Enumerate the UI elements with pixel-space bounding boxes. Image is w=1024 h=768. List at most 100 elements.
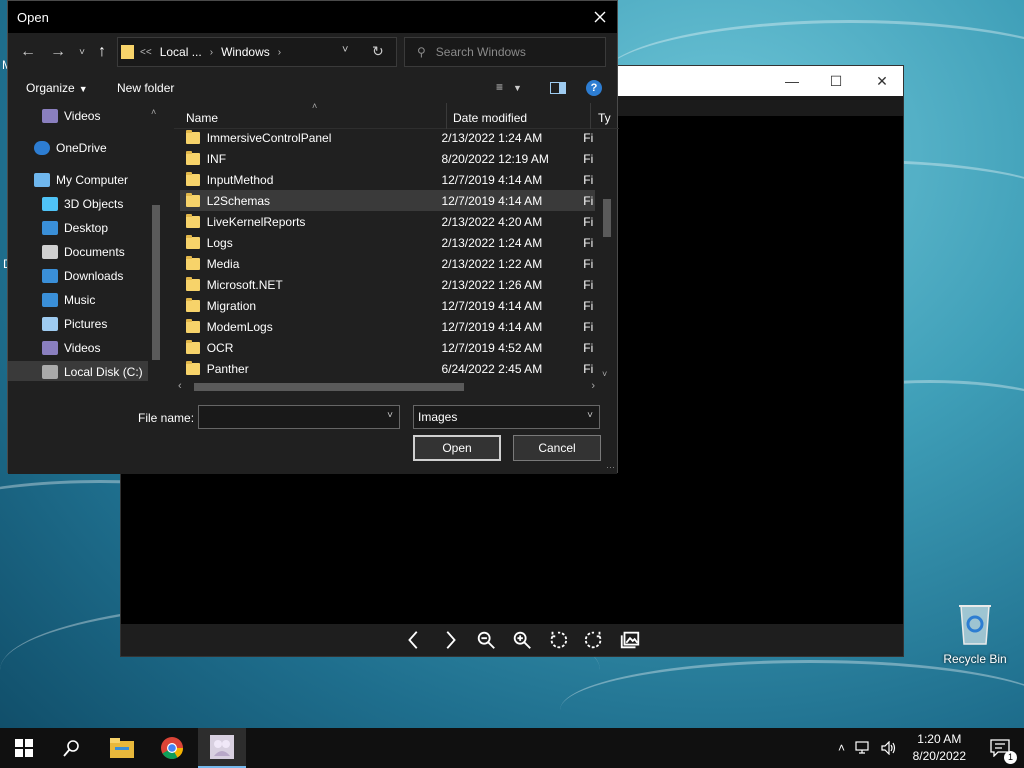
file-type: Fi bbox=[583, 340, 594, 355]
file-row[interactable]: ModemLogs 12/7/2019 4:14 AM Fi bbox=[180, 316, 595, 337]
dialog-close-button[interactable] bbox=[583, 1, 617, 33]
rotate-right-icon bbox=[584, 631, 602, 649]
resize-grip-icon[interactable]: ⋯ bbox=[606, 462, 615, 473]
file-name: LiveKernelReports bbox=[206, 214, 306, 229]
forward-button[interactable]: → bbox=[47, 41, 69, 63]
column-header-type[interactable]: Ty bbox=[598, 111, 611, 125]
nav-item[interactable]: Documents bbox=[8, 241, 148, 263]
chevron-left-icon bbox=[408, 631, 418, 649]
nav-item[interactable]: Videos bbox=[8, 337, 148, 359]
nav-item-label: Local Disk (C:) bbox=[64, 365, 143, 379]
view-options-button[interactable]: ≡ ▼ bbox=[496, 80, 522, 94]
refresh-icon[interactable]: ↻ bbox=[372, 43, 384, 60]
nav-item[interactable]: Local Disk (C:) bbox=[8, 361, 148, 381]
new-folder-button[interactable]: New folder bbox=[117, 81, 174, 95]
nav-item-label: 3D Objects bbox=[64, 197, 124, 211]
volume-icon[interactable] bbox=[881, 741, 897, 755]
image-viewer-taskbar-button[interactable] bbox=[198, 728, 246, 768]
recent-locations-button[interactable]: ˅ bbox=[71, 41, 93, 63]
search-box[interactable]: ⚲ Search Windows bbox=[404, 37, 606, 67]
file-row[interactable]: Media 2/13/2022 1:22 AM Fi bbox=[180, 253, 595, 274]
organize-button[interactable]: Organize ▼ bbox=[26, 81, 88, 95]
file-name: Panther bbox=[206, 361, 249, 376]
nav-item[interactable]: Pictures bbox=[8, 313, 148, 335]
breadcrumb-overflow[interactable]: << bbox=[140, 47, 152, 58]
back-button[interactable]: ← bbox=[17, 41, 39, 63]
rotate-right-button[interactable] bbox=[579, 626, 609, 654]
nav-item-label: Downloads bbox=[64, 269, 124, 283]
next-button[interactable] bbox=[435, 626, 465, 654]
help-button[interactable]: ? bbox=[586, 80, 602, 96]
nav-item[interactable]: Downloads bbox=[8, 265, 148, 287]
file-list-scrollbar[interactable]: ˅ bbox=[599, 129, 615, 379]
scrollbar-thumb[interactable] bbox=[603, 199, 611, 237]
videos-icon bbox=[42, 341, 58, 355]
column-separator[interactable] bbox=[590, 103, 591, 129]
file-row[interactable]: L2Schemas 12/7/2019 4:14 AM Fi bbox=[180, 190, 595, 211]
start-button[interactable] bbox=[0, 728, 48, 768]
file-row[interactable]: Microsoft.NET 2/13/2022 1:26 AM Fi bbox=[180, 274, 595, 295]
breadcrumb-windows[interactable]: Windows bbox=[221, 45, 270, 59]
file-row[interactable]: ImmersiveControlPanel 2/13/2022 1:24 AM Fi bbox=[180, 127, 595, 148]
folder-icon bbox=[186, 255, 200, 270]
search-button[interactable] bbox=[48, 728, 96, 768]
column-separator[interactable] bbox=[446, 103, 447, 129]
notifications-button[interactable]: 1 bbox=[976, 728, 1024, 768]
gallery-button[interactable] bbox=[615, 626, 645, 654]
nav-item[interactable]: Videos bbox=[8, 105, 148, 127]
scrollbar-thumb[interactable] bbox=[152, 205, 160, 360]
nav-item-label: OneDrive bbox=[56, 141, 107, 155]
show-hidden-icons-button[interactable]: ˄ bbox=[838, 741, 845, 755]
nav-item[interactable]: OneDrive bbox=[8, 137, 148, 159]
cancel-button[interactable]: Cancel bbox=[513, 435, 601, 461]
column-header-date[interactable]: Date modified bbox=[453, 111, 527, 125]
horizontal-scrollbar[interactable]: ‹ › bbox=[174, 379, 599, 395]
breadcrumb-separator-icon: › bbox=[277, 46, 282, 58]
nav-item[interactable]: My Computer bbox=[8, 169, 148, 191]
file-row[interactable]: INF 8/20/2022 12:19 AM Fi bbox=[180, 148, 595, 169]
network-icon[interactable] bbox=[855, 741, 871, 755]
chrome-button[interactable] bbox=[148, 728, 196, 768]
file-explorer-button[interactable] bbox=[98, 728, 146, 768]
file-type: Fi bbox=[583, 214, 594, 229]
zoom-out-button[interactable] bbox=[471, 626, 501, 654]
navigation-scrollbar[interactable]: ˄ bbox=[148, 105, 164, 381]
file-type: Fi bbox=[583, 298, 594, 313]
nav-item[interactable]: Desktop bbox=[8, 217, 148, 239]
nav-item[interactable]: 3D Objects bbox=[8, 193, 148, 215]
file-explorer-icon bbox=[110, 738, 134, 758]
chevron-down-icon: ˅ bbox=[79, 46, 85, 58]
up-button[interactable]: ↑ bbox=[91, 41, 113, 63]
zoom-in-button[interactable] bbox=[507, 626, 537, 654]
file-row[interactable]: Logs 2/13/2022 1:24 AM Fi bbox=[180, 232, 595, 253]
scrollbar-thumb[interactable] bbox=[194, 383, 464, 391]
folder-icon bbox=[186, 192, 200, 207]
previous-button[interactable] bbox=[399, 626, 429, 654]
chevron-down-icon[interactable]: ˅ bbox=[387, 410, 393, 421]
close-button[interactable]: ✕ bbox=[859, 66, 905, 96]
nav-item[interactable]: Music bbox=[8, 289, 148, 311]
file-name-input[interactable]: ˅ bbox=[198, 405, 400, 429]
file-date: 12/7/2019 4:14 AM bbox=[441, 298, 543, 313]
file-row[interactable]: InputMethod 12/7/2019 4:14 AM Fi bbox=[180, 169, 595, 190]
file-type: Fi bbox=[583, 193, 594, 208]
minimize-button[interactable]: — bbox=[769, 66, 815, 96]
search-input[interactable]: Search Windows bbox=[436, 45, 526, 59]
scroll-down-icon: ˅ bbox=[602, 369, 608, 379]
maximize-button[interactable]: ☐ bbox=[813, 66, 859, 96]
breadcrumb-local-disk[interactable]: Local ... bbox=[160, 45, 202, 59]
preview-pane-icon bbox=[559, 83, 565, 93]
file-type-select[interactable]: Images ˅ bbox=[413, 405, 600, 429]
file-row[interactable]: LiveKernelReports 2/13/2022 4:20 AM Fi bbox=[180, 211, 595, 232]
address-dropdown-button[interactable]: ˅ bbox=[342, 44, 348, 56]
file-row[interactable]: Migration 12/7/2019 4:14 AM Fi bbox=[180, 295, 595, 316]
preview-pane-button[interactable] bbox=[550, 82, 566, 94]
clock[interactable]: 1:20 AM 8/20/2022 bbox=[913, 731, 966, 765]
file-row[interactable]: Panther 6/24/2022 2:45 AM Fi bbox=[180, 358, 595, 379]
open-button[interactable]: Open bbox=[413, 435, 501, 461]
address-bar[interactable]: << Local ... › Windows › ˅ ↻ bbox=[117, 37, 397, 67]
column-header-name[interactable]: Name bbox=[186, 111, 218, 125]
rotate-left-button[interactable] bbox=[543, 626, 573, 654]
file-row[interactable]: OCR 12/7/2019 4:52 AM Fi bbox=[180, 337, 595, 358]
recycle-bin-shortcut[interactable]: Recycle Bin bbox=[940, 600, 1010, 666]
